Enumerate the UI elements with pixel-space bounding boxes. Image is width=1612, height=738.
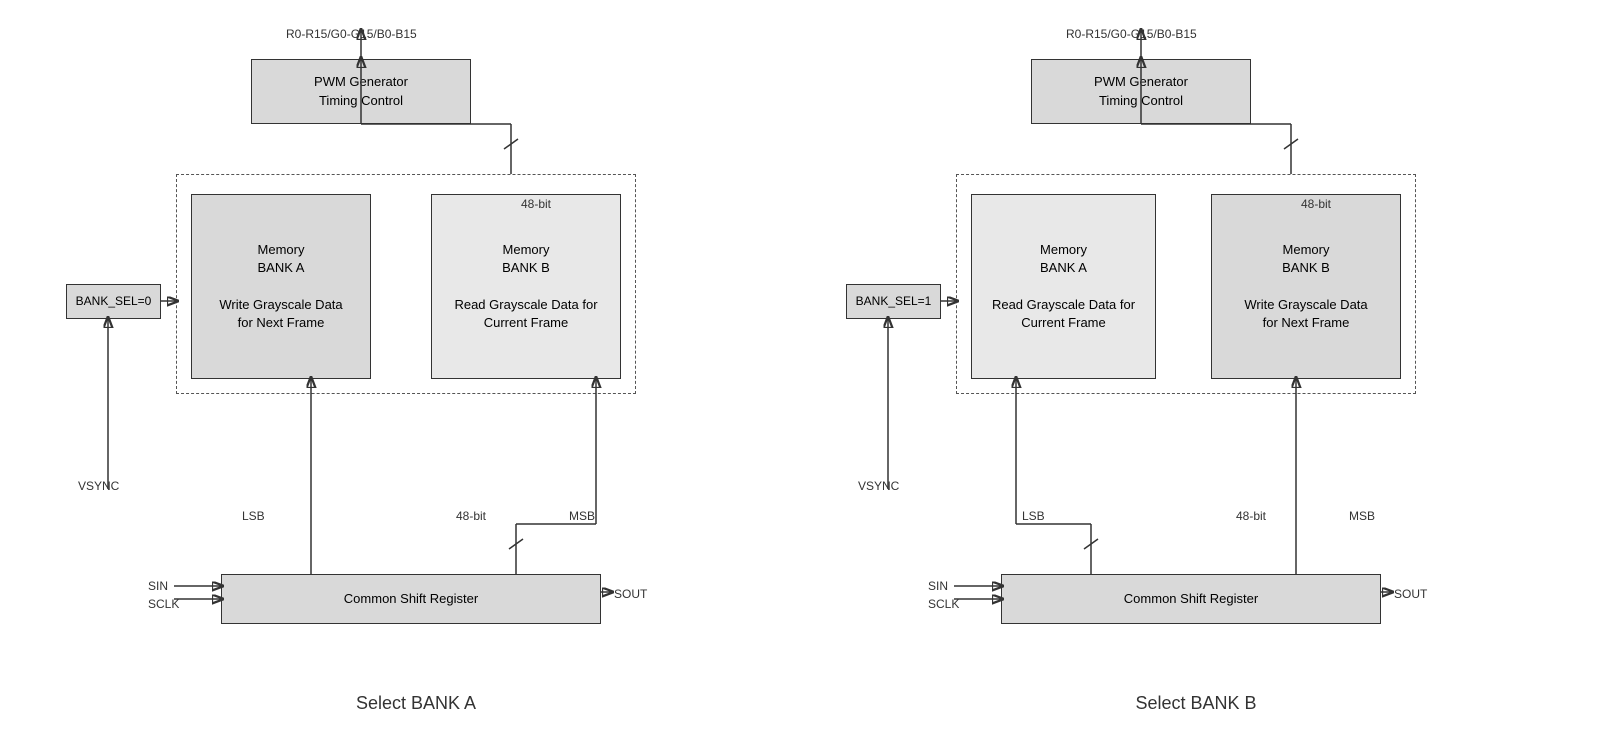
memory-a-box-b: Memory BANK A Read Grayscale Data for Cu… [971, 194, 1156, 379]
rgb-label-a: R0-R15/G0-G15/B0-B15 [286, 27, 417, 41]
bit48-top-b: 48-bit [1301, 197, 1331, 211]
msb-b: MSB [1349, 509, 1375, 523]
memory-a-box-a: Memory BANK A Write Grayscale Data for N… [191, 194, 371, 379]
bank-sel-box-a: BANK_SEL=0 [66, 284, 161, 319]
diagram-b: R0-R15/G0-G15/B0-B15 PWM Generator Timin… [836, 19, 1556, 719]
vsync-b: VSYNC [858, 479, 899, 493]
pwm-box-b: PWM Generator Timing Control [1031, 59, 1251, 124]
bit48-bot-b: 48-bit [1236, 509, 1266, 523]
sclk-b: SCLK [928, 597, 959, 611]
title-b: Select BANK B [836, 693, 1556, 714]
bit48-top-a: 48-bit [521, 197, 551, 211]
pwm-box-a: PWM Generator Timing Control [251, 59, 471, 124]
msb-a: MSB [569, 509, 595, 523]
sout-b: SOUT [1394, 587, 1427, 601]
diagram-a: R0-R15/G0-G15/B0-B15 PWM Generator Timin… [56, 19, 776, 719]
sin-a: SIN [148, 579, 168, 593]
bank-sel-box-b: BANK_SEL=1 [846, 284, 941, 319]
bit48-bot-a: 48-bit [456, 509, 486, 523]
shift-reg-a: Common Shift Register [221, 574, 601, 624]
rgb-label-b: R0-R15/G0-G15/B0-B15 [1066, 27, 1197, 41]
diagrams-container: R0-R15/G0-G15/B0-B15 PWM Generator Timin… [36, 9, 1576, 729]
sout-a: SOUT [614, 587, 647, 601]
sin-b: SIN [928, 579, 948, 593]
lsb-b: LSB [1022, 509, 1045, 523]
title-a: Select BANK A [56, 693, 776, 714]
shift-reg-b: Common Shift Register [1001, 574, 1381, 624]
memory-b-box-a: Memory BANK B Read Grayscale Data for Cu… [431, 194, 621, 379]
memory-b-box-b: Memory BANK B Write Grayscale Data for N… [1211, 194, 1401, 379]
vsync-a: VSYNC [78, 479, 119, 493]
sclk-a: SCLK [148, 597, 179, 611]
lsb-a: LSB [242, 509, 265, 523]
